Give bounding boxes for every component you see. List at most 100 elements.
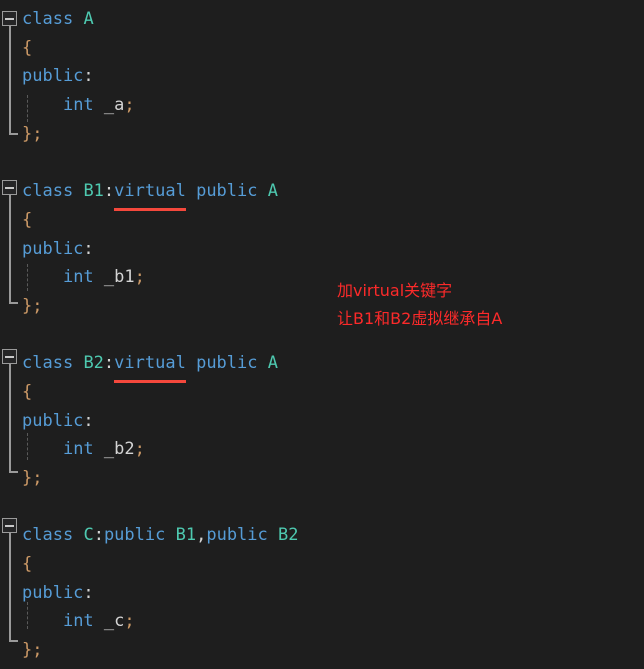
code-editor[interactable]: class A{public: int _a;}; class B1:virtu… <box>0 0 644 669</box>
code-token: B2 <box>83 353 104 374</box>
code-token: : <box>83 582 94 603</box>
code-line-declaration[interactable]: class B2:virtual public A <box>0 349 644 383</box>
code-token: class <box>22 353 74 374</box>
code-line[interactable]: public: <box>0 579 644 608</box>
code-line[interactable]: { <box>0 378 644 407</box>
code-token: : <box>93 525 104 546</box>
code-token: A <box>83 9 94 29</box>
code-token: class <box>22 181 74 202</box>
annotation-line-2: 让B1和B2虚拟继承自A <box>337 309 503 328</box>
code-token: : <box>103 353 115 374</box>
code-line[interactable]: { <box>0 34 644 63</box>
code-line[interactable]: }; <box>0 292 644 321</box>
code-token: _b1 <box>103 267 135 288</box>
code-token: } <box>22 468 33 488</box>
code-token: public <box>103 525 166 546</box>
code-token: class <box>22 9 74 29</box>
code-line[interactable]: public: <box>0 62 644 91</box>
code-token: A <box>267 353 278 374</box>
code-token: C <box>83 525 94 546</box>
code-token: } <box>22 640 33 661</box>
code-token: A <box>267 181 278 202</box>
code-token: _c <box>103 611 125 632</box>
code-token: { <box>22 209 33 230</box>
code-token: : <box>83 238 94 259</box>
code-token: , <box>196 525 207 546</box>
annotation-line-1: 加virtual关键字 <box>337 281 453 300</box>
code-line[interactable]: int _b1; <box>0 263 644 292</box>
code-line[interactable]: }; <box>0 120 644 149</box>
code-token: ; <box>32 468 43 488</box>
code-line[interactable]: public: <box>0 407 644 436</box>
code-line[interactable]: }; <box>0 636 644 665</box>
virtual-keyword-underlined: virtual <box>114 177 186 211</box>
code-token: B1 <box>175 525 197 546</box>
code-token: ; <box>32 123 43 144</box>
code-token: public <box>196 353 258 374</box>
code-line-declaration[interactable]: class C:public B1,public B2 <box>0 521 644 550</box>
code-token: : <box>83 66 94 87</box>
code-token: int <box>62 267 94 288</box>
code-line[interactable]: int _b2; <box>0 435 644 464</box>
code-line[interactable]: }; <box>0 464 644 493</box>
code-line[interactable]: public: <box>0 235 644 264</box>
code-token: ; <box>134 439 145 460</box>
virtual-keyword-underlined: virtual <box>114 349 186 383</box>
code-text-area[interactable]: class A{public: int _a;}; class B1:virtu… <box>0 5 644 669</box>
code-token: public <box>22 582 84 603</box>
code-token: { <box>22 381 33 402</box>
code-token: } <box>22 123 33 144</box>
code-line-declaration[interactable]: class B1:virtual public A <box>0 177 644 211</box>
code-token: public <box>206 525 268 546</box>
code-token: : <box>103 181 115 202</box>
code-line-declaration[interactable]: class A <box>0 5 644 34</box>
code-token: public <box>22 238 84 259</box>
code-token: { <box>22 37 33 58</box>
code-token: public <box>22 410 84 431</box>
code-line[interactable]: { <box>0 550 644 579</box>
code-token: _a <box>103 95 125 116</box>
code-token: ; <box>124 611 135 632</box>
code-token: ; <box>32 295 43 316</box>
code-token: public <box>22 66 84 87</box>
code-token: int <box>62 611 94 632</box>
code-line[interactable]: int _a; <box>0 91 644 120</box>
code-token: ; <box>134 267 145 288</box>
code-token: int <box>62 95 94 116</box>
code-token: B1 <box>83 181 104 202</box>
code-token: public <box>196 181 258 202</box>
code-token: B2 <box>278 525 299 546</box>
code-token: ; <box>124 95 135 116</box>
code-line[interactable]: int _c; <box>0 607 644 636</box>
code-token: _b2 <box>103 439 135 460</box>
code-token: int <box>62 439 94 460</box>
code-token: : <box>83 410 94 431</box>
code-token: ; <box>32 640 43 661</box>
code-token: class <box>22 525 74 546</box>
code-token: { <box>22 554 33 575</box>
code-line[interactable]: { <box>0 206 644 235</box>
code-token: } <box>22 295 33 316</box>
